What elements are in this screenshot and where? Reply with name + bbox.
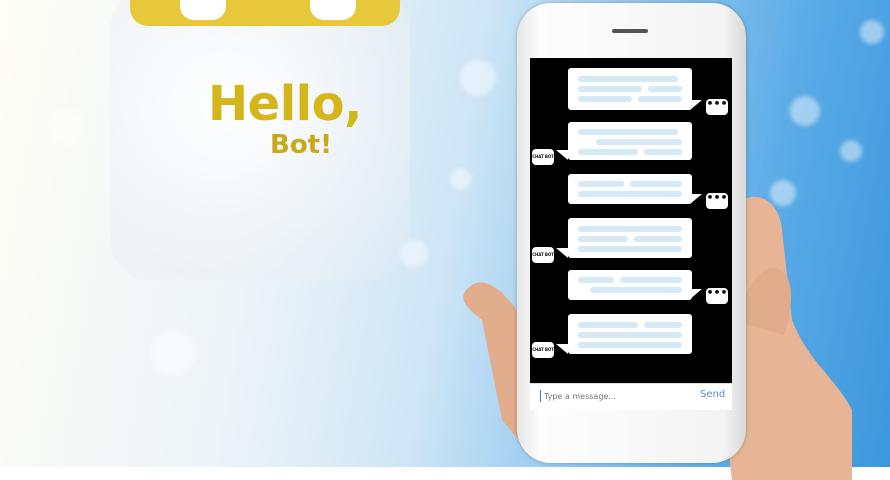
chat-bubble-user <box>568 68 692 110</box>
bubble-tail <box>690 289 702 299</box>
bubble-tail <box>690 100 702 110</box>
typing-dots-icon: ••• <box>706 287 728 304</box>
chat-bubble-user <box>568 174 692 204</box>
send-button[interactable]: Send <box>700 389 725 400</box>
robot-visor <box>130 0 400 26</box>
message-input[interactable] <box>544 389 664 403</box>
chat-bubble-bot <box>568 218 692 258</box>
bokeh-light <box>460 60 496 96</box>
bokeh-light <box>48 108 86 146</box>
bubble-tail <box>690 194 702 204</box>
chat-bubble-bot <box>568 314 692 354</box>
bokeh-light <box>150 330 196 376</box>
chat-bot-icon: CHAT BOT <box>532 149 554 165</box>
robot-head <box>110 0 410 280</box>
typing-dots-icon: ••• <box>706 98 728 115</box>
robot-eye <box>180 0 226 20</box>
bubble-tail <box>556 344 568 354</box>
robot-eye <box>310 0 356 20</box>
chat-bot-icon: CHAT BOT <box>532 342 554 358</box>
chat-bubble-bot <box>568 122 692 160</box>
bubble-tail <box>556 248 568 258</box>
chat-bubble-user <box>568 270 692 300</box>
chat-bot-icon: CHAT BOT <box>532 247 554 263</box>
phone-speaker <box>612 29 648 33</box>
bubble-tail <box>556 150 568 160</box>
text-caret <box>540 390 541 402</box>
bokeh-light <box>860 20 884 44</box>
typing-dots-icon: ••• <box>706 192 728 209</box>
headline-greeting: Hello, <box>208 76 362 132</box>
headline-name: Bot! <box>270 130 332 160</box>
